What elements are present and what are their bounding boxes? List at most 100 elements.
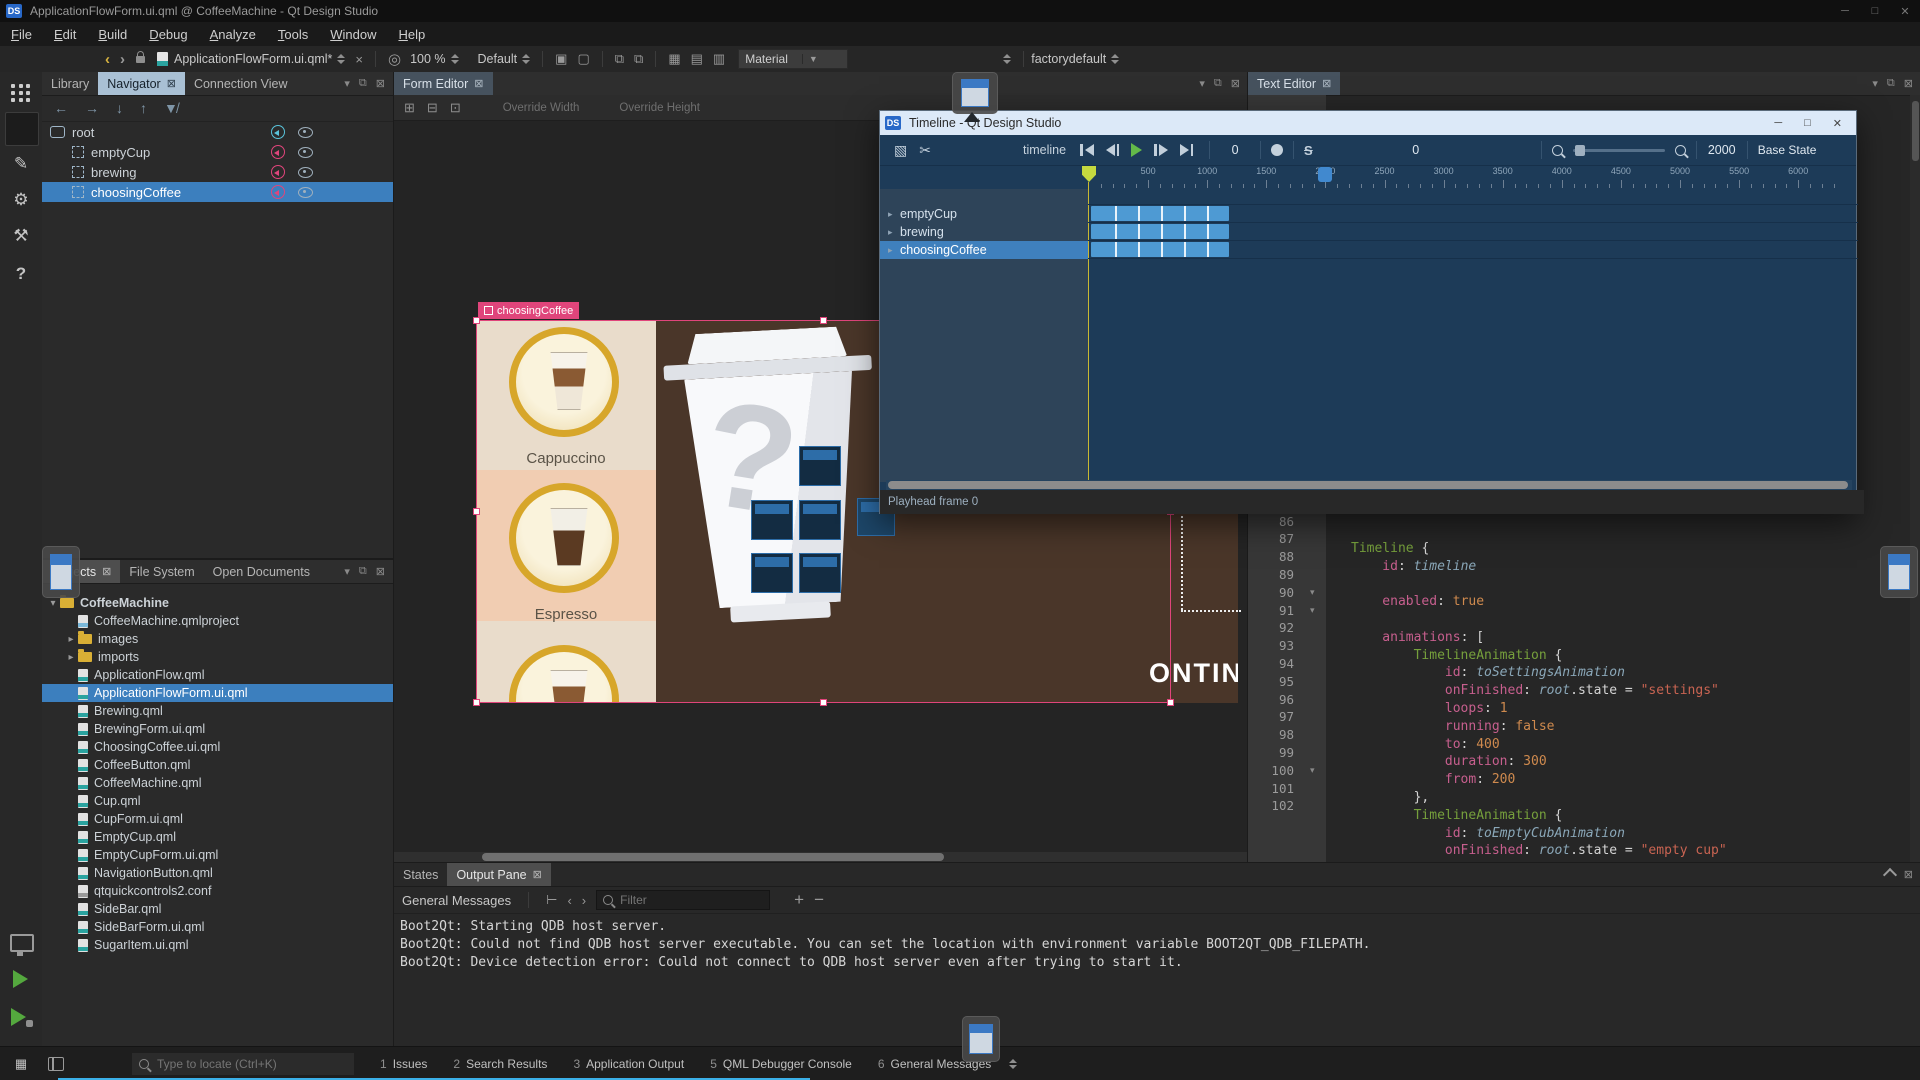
settings-gear-icon[interactable]: ⚙ (0, 190, 42, 210)
style-spinner[interactable] (522, 54, 530, 64)
previous-frame-button[interactable] (1106, 144, 1120, 156)
file-item-ApplicationFlowForm.ui.qml[interactable]: ApplicationFlowForm.ui.qml (42, 684, 393, 702)
timeline-zoom-slider[interactable] (1573, 149, 1665, 152)
tab-connection-view[interactable]: Connection View (185, 72, 297, 95)
split-pane-icon[interactable]: ⧉ (1214, 77, 1222, 90)
maximize-icon[interactable]: □ (1860, 5, 1890, 18)
timeline-ruler[interactable]: 5001000150020002500300035004000450050005… (880, 165, 1856, 189)
menu-build[interactable]: Build (87, 27, 138, 42)
close-tab-icon[interactable]: ⊠ (533, 868, 542, 881)
menu-debug[interactable]: Debug (138, 27, 198, 42)
file-item-SugarItem.ui.qml[interactable]: SugarItem.ui.qml (42, 936, 393, 954)
menu-tools[interactable]: Tools (267, 27, 319, 42)
base-state-button[interactable]: Base State (1758, 143, 1817, 157)
kit-selector-icon[interactable] (10, 934, 34, 952)
document-spinner[interactable] (337, 54, 345, 64)
timeline-keyframe-bar[interactable] (1091, 224, 1229, 239)
continue-button-partial[interactable]: ONTINUE (1149, 658, 1238, 698)
style-selector[interactable]: Default (478, 52, 518, 66)
file-item-BrewingForm.ui.qml[interactable]: BrewingForm.ui.qml (42, 720, 393, 738)
navigator-item-brewing[interactable]: brewing (42, 162, 393, 182)
chevron-down-icon[interactable]: ▾ (1199, 77, 1205, 90)
espresso-option[interactable] (509, 483, 619, 593)
zoom-out-icon[interactable] (1552, 145, 1563, 156)
zoom-in-icon[interactable]: + (794, 890, 804, 910)
current-frame-field[interactable]: 0 (1220, 143, 1250, 157)
file-item-ChoosingCoffee.ui.qml[interactable]: ChoosingCoffee.ui.qml (42, 738, 393, 756)
timeline-track-choosingCoffee[interactable]: ▸choosingCoffee (880, 241, 1088, 259)
close-pane-icon[interactable]: ⊠ (1904, 868, 1913, 881)
layout-icon[interactable]: ▦ (0, 1056, 42, 1072)
help-icon[interactable]: ? (0, 264, 42, 284)
cut-icon[interactable]: ✂ (919, 142, 931, 159)
output-log[interactable]: Boot2Qt: Starting QDB host server.Boot2Q… (394, 913, 1920, 1047)
status-search-results[interactable]: 2Search Results (453, 1057, 547, 1071)
timeline-keyframe-bar[interactable] (1091, 242, 1229, 257)
file-item-CupForm.ui.qml[interactable]: CupForm.ui.qml (42, 810, 393, 828)
material-combo[interactable]: Material ▼ (738, 49, 848, 69)
split-pane-icon[interactable]: ⧉ (359, 565, 367, 578)
collapse-pane-icon[interactable] (1883, 867, 1897, 881)
menu-help[interactable]: Help (387, 27, 436, 42)
anchor-icon[interactable]: ⊞ (404, 100, 415, 116)
file-item-Brewing.qml[interactable]: Brewing.qml (42, 702, 393, 720)
bounds-icon[interactable]: ⊡ (450, 100, 461, 116)
close-pane-icon[interactable]: ⊠ (1231, 77, 1240, 90)
tab-open-documents[interactable]: Open Documents (204, 560, 319, 583)
selection-handle[interactable] (820, 317, 827, 324)
run-button[interactable] (13, 970, 28, 988)
current-document[interactable]: ApplicationFlowForm.ui.qml* (174, 52, 332, 66)
tab-output-pane[interactable]: Output Pane⊠ (447, 863, 550, 886)
clear-output-icon[interactable]: ⊢ (546, 892, 557, 908)
timeline-titlebar[interactable]: DS Timeline - Qt Design Studio ─ □ ✕ (880, 111, 1856, 135)
table-view-icon[interactable]: ▥ (708, 51, 730, 67)
file-item-ApplicationFlow.qml[interactable]: ApplicationFlow.qml (42, 666, 393, 684)
cappuccino-option[interactable] (509, 327, 619, 437)
sugar-tile[interactable] (799, 500, 841, 540)
move-left-icon[interactable]: ← (54, 100, 68, 116)
loop-playback-icon[interactable]: S (1304, 143, 1313, 158)
next-frame-button[interactable] (1154, 144, 1168, 156)
state-spinner[interactable] (1111, 54, 1119, 64)
file-item-Cup.qml[interactable]: Cup.qml (42, 792, 393, 810)
copy-frame-icon[interactable]: ⧉ (610, 51, 629, 67)
tab-navigator[interactable]: Navigator⊠ (98, 72, 185, 95)
paste-frame-icon[interactable]: ⧉ (629, 51, 648, 67)
mystery-cup[interactable]: ? (668, 325, 884, 651)
locator-input[interactable] (155, 1056, 329, 1072)
end-frame-field[interactable]: 2000 (1707, 143, 1737, 157)
export-toggle-icon[interactable] (271, 145, 285, 159)
zoom-out-icon[interactable]: − (814, 890, 824, 910)
timeline-combo[interactable]: timeline (1023, 143, 1066, 157)
close-icon[interactable]: ✕ (1890, 5, 1920, 18)
tab-file-system[interactable]: File System (120, 560, 203, 583)
file-item-images[interactable]: ▸images (42, 630, 393, 648)
timeline-track-emptyCup[interactable]: ▸emptyCup (880, 205, 1088, 223)
status-qml-debugger-console[interactable]: 5QML Debugger Console (710, 1057, 852, 1071)
tools-hammer-icon[interactable]: ⚒ (0, 226, 42, 246)
selection-handle[interactable] (820, 699, 827, 706)
file-item-qtquickcontrols2.conf[interactable]: qtquickcontrols2.conf (42, 882, 393, 900)
visibility-eye-icon[interactable] (298, 127, 313, 138)
list-view-icon[interactable]: ▤ (686, 51, 708, 67)
output-panes-spinner[interactable] (1009, 1059, 1017, 1069)
navigator-item-choosingCoffee[interactable]: choosingCoffee (42, 182, 393, 202)
design-mode-button[interactable] (5, 112, 39, 146)
selection-handle[interactable] (473, 508, 480, 515)
close-pane-icon[interactable]: ⊠ (376, 565, 385, 578)
selection-handle[interactable] (1167, 699, 1174, 706)
form-editor-hscrollbar[interactable] (394, 852, 1248, 862)
run-target-icon[interactable]: ◎ (383, 50, 406, 68)
close-tab-icon[interactable]: ⊠ (474, 77, 483, 90)
tab-states[interactable]: States (394, 863, 447, 886)
to-end-button[interactable] (1180, 144, 1194, 156)
file-item-EmptyCup.qml[interactable]: EmptyCup.qml (42, 828, 393, 846)
move-up-icon[interactable]: ↑ (140, 100, 147, 116)
loop-frame-field[interactable]: 0 (1401, 143, 1431, 157)
output-channel[interactable]: General Messages (402, 893, 511, 908)
empty-combo-spinner[interactable] (1003, 54, 1011, 64)
menu-analyze[interactable]: Analyze (199, 27, 267, 42)
sugar-tile[interactable] (751, 500, 793, 540)
filter-icon[interactable]: ▼̸ (164, 100, 178, 116)
timeline-settings-icon[interactable]: ▧ (894, 142, 907, 159)
